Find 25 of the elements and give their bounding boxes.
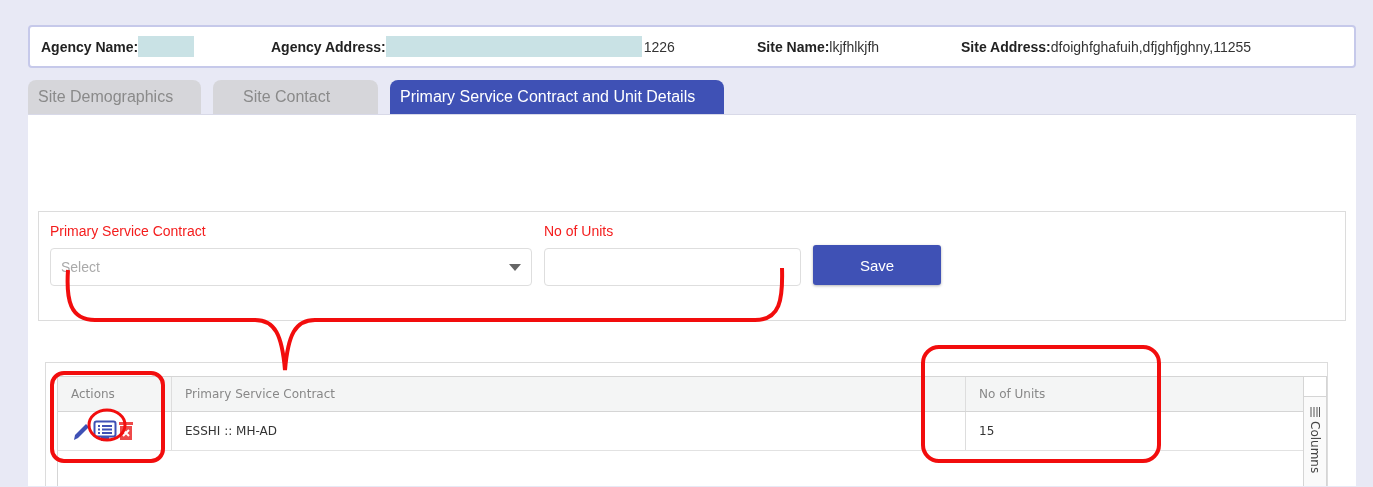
field-value: dfoighfghafuih,dfjghfjghny,11255 bbox=[1050, 38, 1252, 55]
field-value: 1226 bbox=[643, 38, 675, 55]
field-label: Agency Name: bbox=[41, 38, 139, 55]
columns-icon bbox=[1310, 407, 1320, 417]
trash-icon[interactable] bbox=[118, 421, 134, 441]
field-label: Site Address: bbox=[961, 38, 1051, 55]
column-header[interactable]: Primary Service Contract bbox=[171, 377, 965, 411]
field-label: No of Units bbox=[544, 223, 615, 240]
input-field[interactable] bbox=[544, 248, 801, 286]
tab[interactable]: Site Demographics bbox=[28, 80, 201, 114]
column-header[interactable]: No of Units bbox=[965, 377, 1303, 411]
column-header[interactable]: Actions bbox=[58, 377, 171, 411]
save-button[interactable]: Save bbox=[813, 245, 941, 285]
field-label: Site Name: bbox=[757, 38, 830, 55]
caret-icon bbox=[509, 263, 521, 271]
table-cell: ESSHI :: MH-AD bbox=[171, 412, 965, 450]
field-label: Primary Service Contract bbox=[50, 223, 207, 240]
tab[interactable]: Primary Service Contract and Unit Details bbox=[390, 80, 724, 114]
field-value: lkjfhlkjfh bbox=[829, 38, 880, 55]
columns-tool-panel[interactable]: Columns bbox=[1304, 397, 1326, 486]
table-cell: 15 bbox=[965, 412, 1303, 450]
tab[interactable]: Site Contact bbox=[213, 80, 378, 114]
highlight-circle bbox=[87, 408, 127, 442]
field-label: Agency Address: bbox=[271, 38, 386, 55]
select-field[interactable]: Select bbox=[50, 248, 532, 286]
